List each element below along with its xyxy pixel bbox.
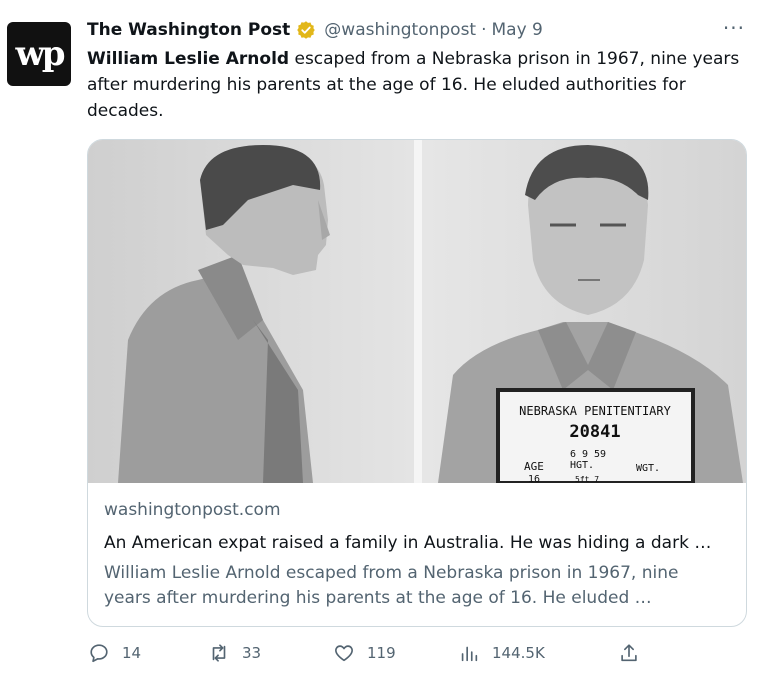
separator: · bbox=[481, 20, 487, 40]
sign-institution: NEBRASKA PENITENTIARY bbox=[519, 404, 671, 418]
card-title: An American expat raised a family in Aus… bbox=[104, 533, 712, 553]
author-handle[interactable]: @washingtonpost bbox=[324, 20, 476, 40]
sign-age: 16 bbox=[528, 474, 540, 483]
like-button[interactable]: 119 bbox=[333, 642, 396, 664]
repost-icon bbox=[212, 644, 226, 662]
tweet-text-bold: William Leslie Arnold bbox=[87, 49, 290, 69]
like-icon bbox=[335, 645, 353, 662]
mugshot-photo: NEBRASKA PENITENTIARY 20841 6 9 59 AGE 1… bbox=[88, 140, 746, 483]
like-count: 119 bbox=[367, 644, 396, 662]
more-icon[interactable]: ··· bbox=[723, 16, 745, 40]
repost-count: 33 bbox=[242, 644, 262, 662]
sign-height: 5ft 7 bbox=[575, 475, 599, 483]
mugshot-illustration: NEBRASKA PENITENTIARY 20841 6 9 59 AGE 1… bbox=[88, 140, 746, 483]
views-count: 144.5K bbox=[492, 644, 545, 662]
views-icon bbox=[461, 646, 478, 662]
sign-age-label: AGE bbox=[524, 460, 544, 473]
repost-button[interactable]: 33 bbox=[208, 642, 261, 664]
reply-count: 14 bbox=[122, 644, 142, 662]
verified-badge-icon bbox=[297, 21, 316, 39]
card-description: William Leslie Arnold escaped from a Neb… bbox=[104, 563, 679, 608]
action-bar: 14 33 119 144.5K bbox=[88, 634, 648, 674]
tweet-date[interactable]: May 9 bbox=[492, 20, 543, 40]
reply-button[interactable]: 14 bbox=[88, 642, 141, 664]
sign-number: 20841 bbox=[569, 422, 620, 442]
tweet-header: The Washington Post @washingtonpost · Ma… bbox=[87, 18, 697, 42]
sign-date: 6 9 59 bbox=[570, 449, 606, 460]
author-name[interactable]: The Washington Post bbox=[87, 20, 290, 40]
card-body: washingtonpost.com An American expat rai… bbox=[104, 498, 730, 611]
avatar-logo: wp bbox=[15, 34, 65, 74]
card-domain: washingtonpost.com bbox=[104, 500, 281, 520]
avatar[interactable]: wp bbox=[7, 22, 71, 86]
sign-height-label: HGT. bbox=[570, 460, 594, 471]
tweet-text: William Leslie Arnold escaped from a Neb… bbox=[87, 46, 747, 124]
sign-weight-label: WGT. bbox=[636, 463, 660, 474]
share-icon bbox=[621, 644, 637, 662]
link-card[interactable]: NEBRASKA PENITENTIARY 20841 6 9 59 AGE 1… bbox=[87, 139, 747, 627]
reply-icon bbox=[90, 644, 108, 663]
share-button[interactable] bbox=[618, 642, 652, 664]
views-button[interactable]: 144.5K bbox=[458, 642, 545, 664]
